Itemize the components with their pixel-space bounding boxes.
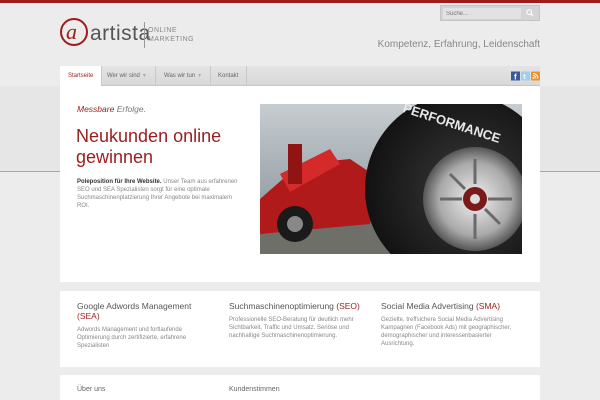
feature-text: Professionelle SEO-Beratung für deutlich… xyxy=(229,317,354,339)
hero-title: Neukunden online gewinnen xyxy=(76,126,222,167)
feature-title-text: Suchmaschinenoptimierung xyxy=(229,301,337,311)
feature-abbr: (SMA) xyxy=(475,301,501,311)
main-nav: Startseite Wer wir sind ▼ Was wir tun ▼ Ko… xyxy=(60,66,540,86)
feature-title[interactable]: Social Media Advertising (SMA) xyxy=(381,301,514,311)
nav-item-kontakt[interactable]: Kontakt xyxy=(210,66,248,86)
features-section: Google Adwords Management (SEA) Adwords … xyxy=(60,291,540,367)
search-box xyxy=(440,5,540,21)
logo-mark-icon: a xyxy=(60,18,88,46)
logo-subtitle: ONLINE MARKETING xyxy=(148,27,195,43)
feature-title-text: Google Adwords Management xyxy=(77,301,192,311)
page-wrapper: a artista ONLINE MARKETING Kompetenz, Er… xyxy=(60,0,540,400)
search-icon[interactable] xyxy=(523,7,537,19)
header-tagline: Kompetenz, Erfahrung, Leidenschaft xyxy=(377,39,540,50)
feature-seo: Suchmaschinenoptimierung (SEO) Professio… xyxy=(212,291,362,367)
feature-text: Adwords Management und fortlaufende Opti… xyxy=(77,327,187,349)
hero-kicker-accent: Messbare xyxy=(77,104,115,114)
feature-sma: Social Media Advertising (SMA) Gezielte,… xyxy=(364,291,514,367)
nav-item-wer-wir-sind[interactable]: Wer wir sind ▼ xyxy=(99,66,156,86)
feature-abbr: (SEA) xyxy=(77,311,100,321)
hero-text: Poleposition für Ihre Website. Unser Tea… xyxy=(77,178,245,210)
hero-image: PERFORMANCE xyxy=(260,104,522,254)
nav-item-startseite[interactable]: Startseite xyxy=(60,66,103,86)
feature-title[interactable]: Suchmaschinenoptimierung (SEO) xyxy=(229,301,362,311)
twitter-icon[interactable]: t xyxy=(521,71,530,81)
svg-text:f: f xyxy=(514,73,517,82)
hero-kicker-rest: Erfolge. xyxy=(114,104,146,114)
nav-item-label: Was wir tun xyxy=(164,73,196,79)
rss-icon[interactable] xyxy=(531,71,540,81)
logo-wordmark: artista xyxy=(90,22,151,45)
feature-sea: Google Adwords Management (SEA) Adwords … xyxy=(60,291,210,367)
feature-abbr: (SEO) xyxy=(336,301,360,311)
feature-text: Gezielte, treffsichere Social Media Adve… xyxy=(381,317,512,347)
hero-section: Messbare Erfolge. Neukunden online gewin… xyxy=(60,86,540,282)
chevron-down-icon: ▼ xyxy=(197,73,203,79)
feature-title-text: Social Media Advertising xyxy=(381,301,476,311)
feature-title[interactable]: Google Adwords Management (SEA) xyxy=(77,301,210,321)
chevron-down-icon: ▼ xyxy=(141,73,147,79)
testimonials-heading: Kundenstimmen xyxy=(229,386,280,393)
search-input[interactable] xyxy=(443,8,521,19)
nav-item-label: Startseite xyxy=(68,73,94,79)
nav-item-label: Wer wir sind xyxy=(107,73,140,79)
facebook-icon[interactable]: f xyxy=(511,71,520,81)
logo-divider xyxy=(144,22,145,48)
about-heading: Über uns xyxy=(77,386,106,393)
hero-kicker: Messbare Erfolge. xyxy=(77,104,146,114)
nav-item-label: Kontakt xyxy=(218,73,239,79)
nav-item-was-wir-tun[interactable]: Was wir tun ▼ xyxy=(156,66,212,86)
bottom-section: Über uns Kundenstimmen xyxy=(60,375,540,400)
hero-text-lead: Poleposition für Ihre Website. xyxy=(77,179,162,185)
